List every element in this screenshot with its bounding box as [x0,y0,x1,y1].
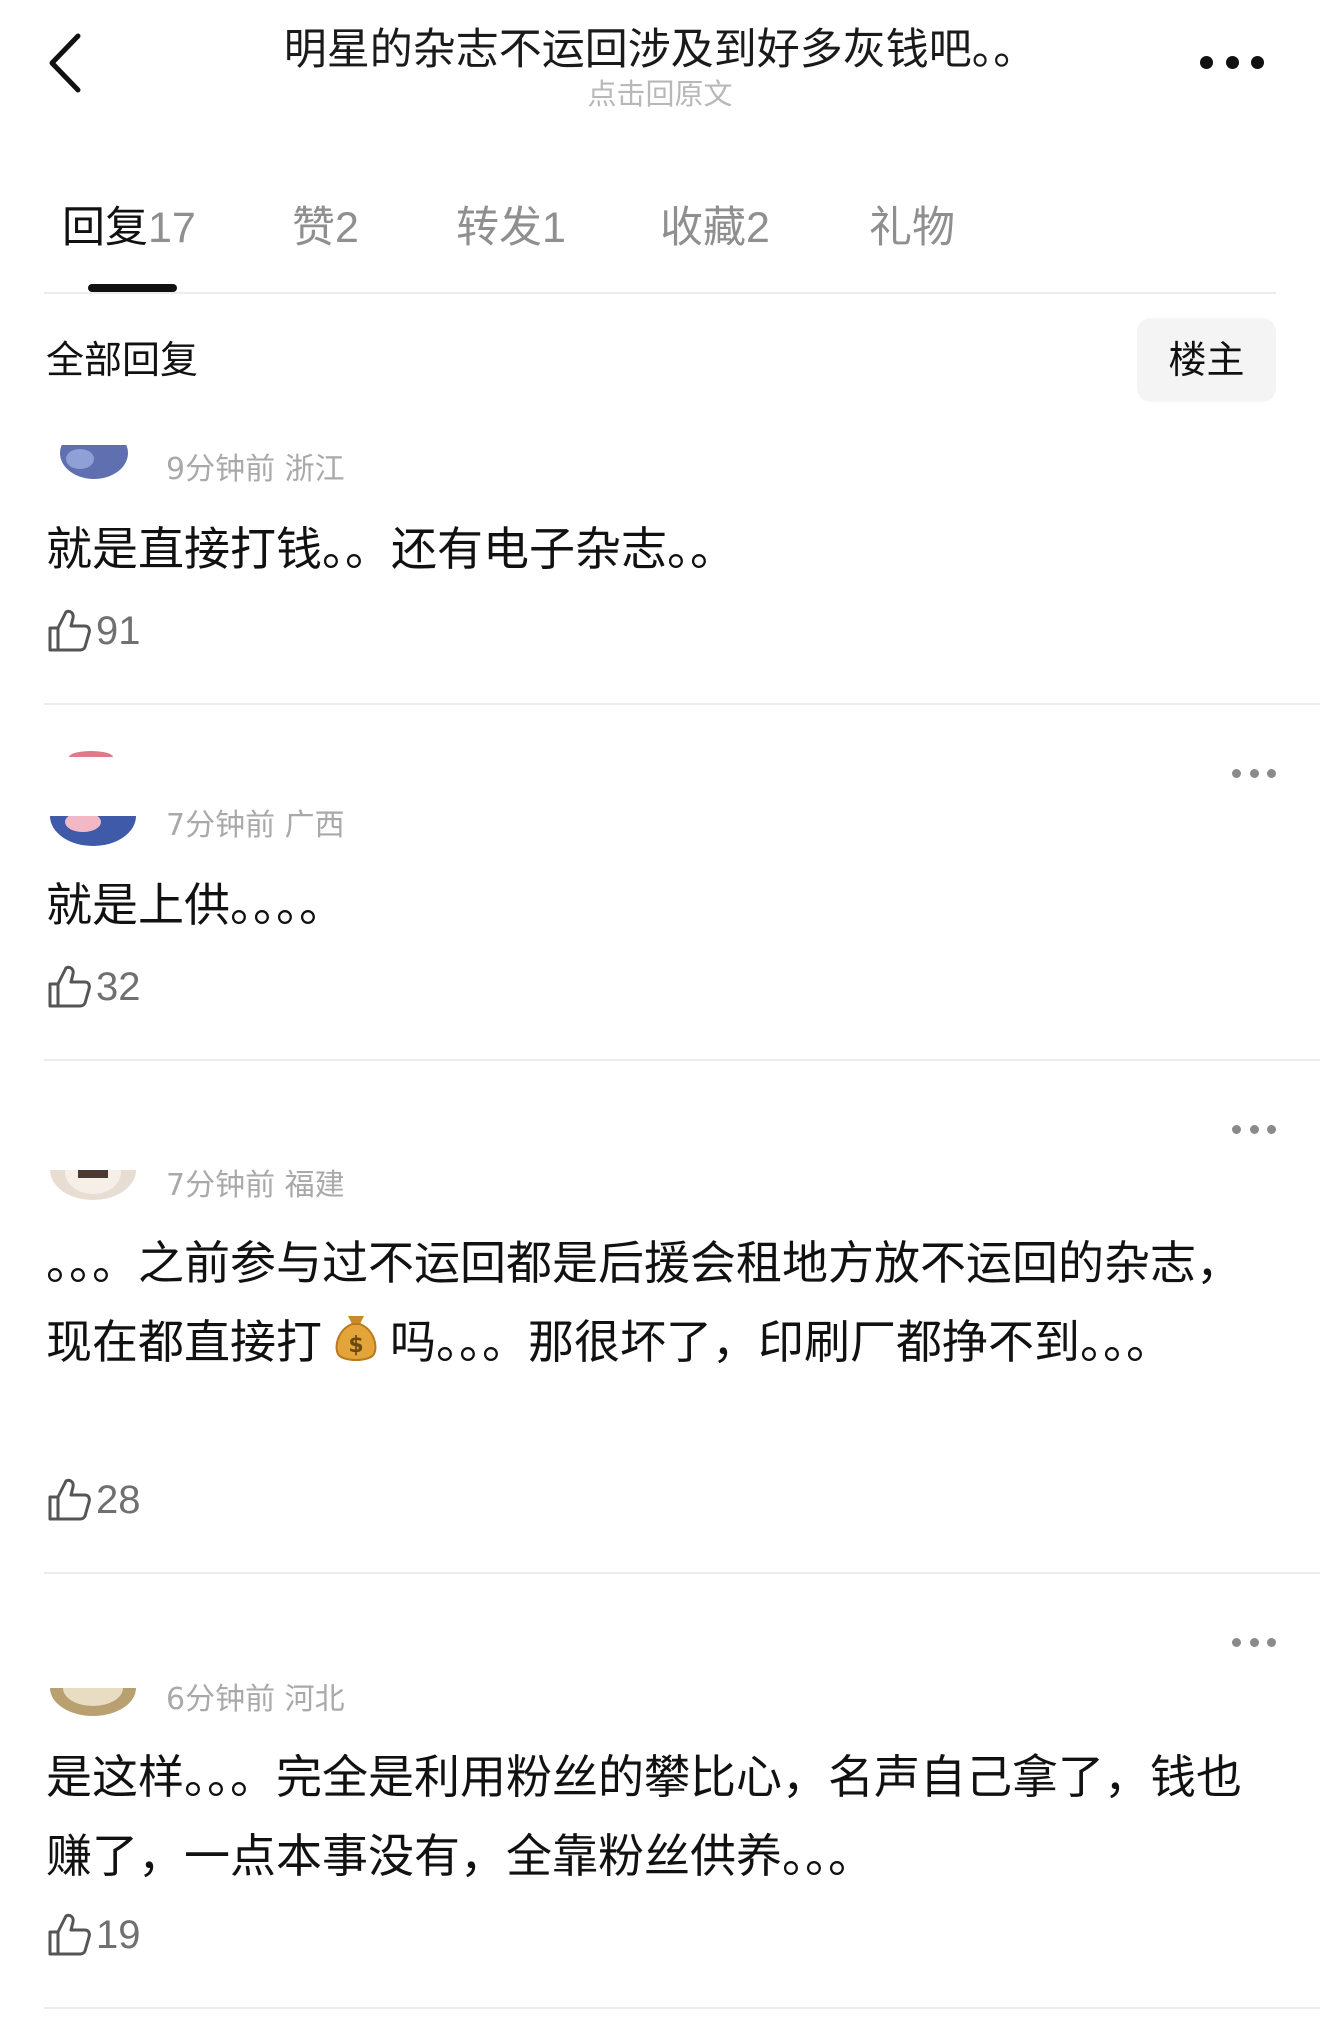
like-button[interactable]: 28 [46,1477,141,1523]
money-bag-icon: $ [335,1316,377,1361]
avatar-frame-decoration [69,751,113,757]
like-count: 91 [96,608,141,653]
avatar[interactable] [48,1688,138,1716]
like-button[interactable]: 19 [46,1912,141,1958]
comment-text: 是这样。。。完全是利用粉丝的攀比心，名声自己拿了，钱也赚了，一点本事没有，全靠粉… [46,1750,1242,1883]
tab-replies[interactable]: 回复17 [62,198,196,258]
comment-divider [44,703,1320,705]
like-button[interactable]: 91 [46,608,141,654]
like-count: 28 [96,1477,141,1522]
like-count: 32 [96,964,141,1009]
comment-divider [44,2007,1320,2009]
thumbs-up-icon [48,965,91,1008]
tabs-divider [44,292,1276,294]
comment-meta: 9分钟前 浙江 [166,452,345,487]
thumbs-up-icon [48,609,91,652]
all-replies-heading: 全部回复 [46,338,199,382]
comment-more-icon[interactable] [1232,1638,1276,1648]
comment-divider [44,1572,1320,1574]
like-count: 19 [96,1912,141,1957]
like-button[interactable]: 32 [46,964,141,1010]
tab-count: 17 [148,204,196,252]
thumbs-up-icon [48,1913,91,1956]
thread-title: 明星的杂志不运回涉及到好多灰钱吧。。 [283,25,1037,75]
tab-count: 2 [335,204,359,252]
tab-label: 回复 [62,203,148,253]
back-arrow-icon[interactable] [44,30,88,96]
tab-gifts[interactable]: 礼物 [869,198,955,258]
comment-text: 就是直接打钱。。还有电子杂志。。 [46,522,736,576]
avatar[interactable] [48,1170,138,1200]
back-to-original-link[interactable]: 点击回原文 [180,74,1140,114]
comment-text: 。。。之前参与过不运回都是后援会租地方放不运回的杂志，现在都直接打 $ 吗。。。那很… [46,1224,1276,1382]
comment-more-icon[interactable] [1232,769,1276,779]
op-only-filter-button[interactable]: 楼主 [1137,318,1276,402]
thumbs-up-icon [48,1478,91,1521]
active-tab-indicator [88,284,177,292]
comment-text-part: 吗。。。那很坏了，印刷厂都挣不到。。。 [390,1315,1172,1369]
comment-more-icon[interactable] [1232,1125,1276,1135]
tab-count: 2 [746,204,770,252]
tab-label: 收藏 [660,203,746,253]
comment-text: 就是上供。。。。 [46,878,345,932]
comment-meta: 6分钟前 河北 [166,1682,345,1717]
tab-likes[interactable]: 赞2 [292,198,359,258]
comment-meta: 7分钟前 福建 [166,1168,345,1203]
more-options-icon[interactable] [1200,56,1264,70]
tab-favorites[interactable]: 收藏2 [660,198,770,258]
tab-label: 礼物 [869,203,955,253]
tab-label: 赞 [292,203,335,253]
tab-count: 1 [542,204,566,252]
avatar[interactable] [50,445,138,481]
svg-text:$: $ [348,1333,363,1358]
comment-divider [44,1059,1320,1061]
tab-reposts[interactable]: 转发1 [456,198,566,258]
comment-meta: 7分钟前 广西 [166,808,345,843]
tab-label: 转发 [456,203,542,253]
avatar[interactable] [48,816,138,846]
